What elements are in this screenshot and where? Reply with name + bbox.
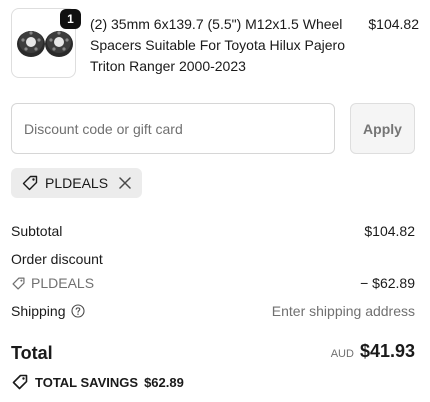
applied-discount-code: PLDEALS <box>45 175 109 191</box>
remove-discount-button[interactable] <box>118 176 132 190</box>
total-savings-amount: $62.89 <box>144 374 184 390</box>
shipping-value: Enter shipping address <box>271 303 415 319</box>
discount-form: Apply <box>11 103 415 154</box>
close-icon <box>119 177 131 189</box>
applied-discount-tag: PLDEALS <box>11 168 143 198</box>
discount-code-row: PLDEALS − $62.89 <box>11 275 415 294</box>
total-currency: AUD <box>330 348 354 360</box>
subtotal-row: Subtotal $104.82 <box>11 223 415 239</box>
apply-button[interactable]: Apply <box>350 103 415 154</box>
subtotal-value: $104.82 <box>364 223 415 239</box>
product-price: $104.82 <box>368 16 419 32</box>
shipping-row: Shipping Enter shipping address <box>11 303 415 319</box>
discount-value: − $62.89 <box>360 275 415 291</box>
total-savings-label: TOTAL SAVINGS <box>35 374 139 390</box>
cart-line-item: 1 (2) 35mm 6x139.7 (5.5") M12x1.5 Wheel … <box>11 8 419 80</box>
wheel-spacer-image <box>17 31 73 57</box>
total-savings: TOTAL SAVINGS $62.89 <box>11 373 184 391</box>
tag-icon <box>22 175 38 191</box>
total-label: Total <box>11 343 53 363</box>
help-icon[interactable] <box>70 304 85 318</box>
discount-code-label: PLDEALS <box>31 275 95 291</box>
quantity-badge: 1 <box>60 9 81 29</box>
product-title: (2) 35mm 6x139.7 (5.5") M12x1.5 Wheel Sp… <box>90 16 345 74</box>
tag-icon <box>12 276 25 290</box>
order-discount-label: Order discount <box>11 251 103 267</box>
tag-icon <box>12 374 28 390</box>
total-amount: $41.93 <box>359 341 415 361</box>
discount-code-input[interactable] <box>11 103 335 154</box>
shipping-label: Shipping <box>11 303 66 319</box>
subtotal-label: Subtotal <box>11 223 63 239</box>
order-discount-row: Order discount <box>11 251 415 267</box>
total-amount-group: AUD $41.93 <box>331 341 415 362</box>
